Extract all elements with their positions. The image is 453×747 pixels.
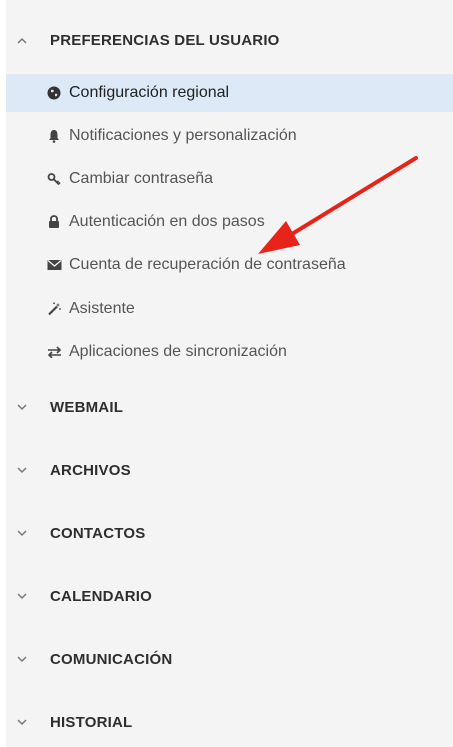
section-title: PREFERENCIAS DEL USUARIO [50, 31, 280, 49]
menu-item-label: Cambiar contraseña [69, 170, 214, 187]
sync-arrows-icon [46, 344, 62, 360]
lock-icon [46, 214, 62, 230]
menu-item-sync-apps[interactable]: Aplicaciones de sincronización [6, 333, 453, 371]
menu-item-label: Notificaciones y personalización [69, 127, 297, 144]
settings-sidebar: PREFERENCIAS DEL USUARIO Configuración r… [6, 0, 453, 747]
menu-item-wizard[interactable]: Asistente [6, 290, 453, 328]
chevron-down-icon [16, 401, 28, 413]
bell-icon [46, 128, 62, 144]
chevron-down-icon [16, 527, 28, 539]
section-title: WEBMAIL [50, 398, 124, 416]
section-title: HISTORIAL [50, 713, 133, 731]
chevron-down-icon [16, 590, 28, 602]
menu-item-change-password[interactable]: Cambiar contraseña [6, 160, 453, 198]
key-icon [46, 171, 62, 187]
menu-item-label: Cuenta de recuperación de contraseña [69, 256, 346, 273]
chevron-up-icon [16, 34, 28, 46]
globe-icon [46, 85, 62, 101]
chevron-down-icon [16, 464, 28, 476]
menu-item-label: Autenticación en dos pasos [69, 213, 265, 230]
menu-item-label: Asistente [69, 300, 135, 317]
section-title: COMUNICACIÓN [50, 650, 173, 668]
section-header-calendar[interactable]: CALENDARIO [6, 576, 453, 616]
menu-item-notifications[interactable]: Notificaciones y personalización [6, 117, 453, 155]
menu-item-label: Configuración regional [69, 84, 230, 101]
menu-item-label: Aplicaciones de sincronización [69, 343, 287, 360]
section-header-contacts[interactable]: CONTACTOS [6, 513, 453, 553]
section-title: CONTACTOS [50, 524, 146, 542]
section-header-user-preferences[interactable]: PREFERENCIAS DEL USUARIO [6, 20, 453, 60]
menu-item-recovery-account[interactable]: Cuenta de recuperación de contraseña [6, 246, 453, 284]
section-title: ARCHIVOS [50, 461, 131, 479]
section-header-webmail[interactable]: WEBMAIL [6, 387, 453, 427]
magic-wand-icon [46, 301, 62, 317]
section-header-history[interactable]: HISTORIAL [6, 702, 453, 742]
envelope-icon [46, 257, 62, 273]
menu-item-two-step-auth[interactable]: Autenticación en dos pasos [6, 203, 453, 241]
section-header-files[interactable]: ARCHIVOS [6, 450, 453, 490]
section-title: CALENDARIO [50, 587, 152, 605]
menu-item-regional-settings[interactable]: Configuración regional [6, 74, 453, 112]
section-header-communication[interactable]: COMUNICACIÓN [6, 639, 453, 679]
chevron-down-icon [16, 716, 28, 728]
chevron-down-icon [16, 653, 28, 665]
